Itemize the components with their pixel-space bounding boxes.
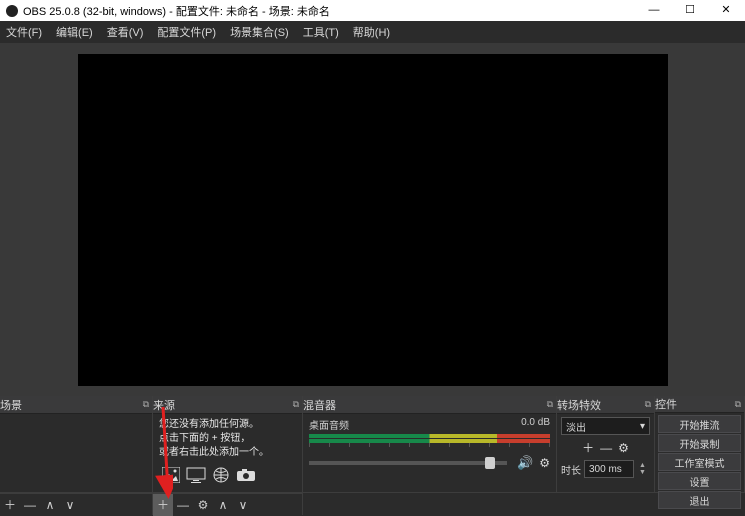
- menu-profile[interactable]: 配置文件(P): [157, 24, 216, 40]
- transitions-panel-title: 转场特效: [557, 397, 601, 413]
- spinner-arrows[interactable]: ▲▼: [637, 462, 648, 476]
- slider-handle[interactable]: [485, 457, 495, 469]
- sources-panel-title: 来源: [153, 397, 175, 413]
- menu-help[interactable]: 帮助(H): [353, 24, 390, 40]
- scene-down-button[interactable]: ∨: [60, 494, 80, 516]
- sources-panel-header[interactable]: 来源 ⧉: [153, 396, 302, 414]
- transition-selected-label: 淡出: [566, 419, 586, 434]
- sources-empty-hint: 您还没有添加任何源。 点击下面的 + 按钮， 或者右击此处添加一个。: [153, 414, 302, 462]
- mixer-panel: 混音器 ⧉ 桌面音频 0.0 dB 🔊 ⚙: [303, 396, 557, 492]
- duration-label: 时长: [561, 462, 581, 477]
- display-source-icon: [184, 464, 208, 486]
- minus-icon[interactable]: —: [600, 441, 612, 455]
- scenes-panel: 场景 ⧉: [0, 396, 153, 492]
- transitions-panel-header[interactable]: 转场特效 ⧉: [557, 396, 654, 414]
- gear-icon[interactable]: ⚙: [618, 441, 629, 455]
- volume-slider[interactable]: [309, 461, 507, 465]
- mixer-panel-title: 混音器: [303, 397, 336, 413]
- window-minimize-button[interactable]: —: [636, 0, 672, 21]
- hint-line: 点击下面的 + 按钮，: [159, 432, 296, 446]
- hint-line: 您还没有添加任何源。: [159, 418, 296, 432]
- window-title: OBS 25.0.8 (32-bit, windows) - 配置文件: 未命名…: [23, 3, 636, 19]
- add-source-button[interactable]: ＋: [153, 494, 173, 516]
- menu-file[interactable]: 文件(F): [6, 24, 42, 40]
- chevron-down-icon: ▾: [640, 421, 645, 432]
- audio-meter: [309, 434, 550, 438]
- studio-mode-button[interactable]: 工作室模式: [658, 453, 741, 471]
- popout-icon[interactable]: ⧉: [544, 399, 556, 410]
- popout-icon[interactable]: ⧉: [642, 399, 654, 410]
- start-record-button[interactable]: 开始录制: [658, 434, 741, 452]
- add-scene-button[interactable]: ＋: [0, 494, 20, 516]
- duration-value: 300 ms: [589, 464, 622, 475]
- scenes-toolbar: ＋ — ∧ ∨: [0, 493, 153, 515]
- controls-panel-header[interactable]: 控件 ⧉: [655, 396, 744, 413]
- transitions-panel: 转场特效 ⧉ 淡出 ▾ ＋ — ⚙ 时长 300 ms ▲▼: [557, 396, 655, 492]
- hint-line: 或者右击此处添加一个。: [159, 446, 296, 460]
- mixer-track: 桌面音频 0.0 dB 🔊 ⚙: [303, 414, 556, 471]
- remove-source-button[interactable]: —: [173, 494, 193, 516]
- source-up-button[interactable]: ∧: [213, 494, 233, 516]
- preview-area: [0, 43, 745, 396]
- window-maximize-button[interactable]: ☐: [672, 0, 708, 21]
- window-close-button[interactable]: ✕: [708, 0, 744, 21]
- controls-panel: 控件 ⧉ 开始推流 开始录制 工作室模式 设置 退出: [655, 396, 745, 492]
- controls-panel-title: 控件: [655, 396, 677, 412]
- scenes-panel-header[interactable]: 场景 ⧉: [0, 396, 152, 414]
- speaker-icon[interactable]: 🔊: [517, 455, 533, 471]
- popout-icon[interactable]: ⧉: [732, 399, 744, 410]
- mixer-track-name: 桌面音频: [309, 417, 349, 432]
- menu-scene-collection[interactable]: 场景集合(S): [230, 24, 289, 40]
- sources-body[interactable]: 您还没有添加任何源。 点击下面的 + 按钮， 或者右击此处添加一个。: [153, 414, 302, 492]
- window-titlebar: OBS 25.0.8 (32-bit, windows) - 配置文件: 未命名…: [0, 0, 745, 21]
- settings-button[interactable]: 设置: [658, 472, 741, 490]
- mixer-panel-header[interactable]: 混音器 ⧉: [303, 396, 556, 414]
- image-source-icon: [159, 464, 183, 486]
- plus-icon[interactable]: ＋: [582, 439, 594, 456]
- menu-edit[interactable]: 编辑(E): [56, 24, 93, 40]
- popout-icon[interactable]: ⧉: [290, 399, 302, 410]
- browser-source-icon: [209, 464, 233, 486]
- audio-meter: [309, 439, 550, 443]
- scenes-list[interactable]: [0, 414, 152, 492]
- remove-scene-button[interactable]: —: [20, 494, 40, 516]
- popout-icon[interactable]: ⧉: [140, 399, 152, 410]
- sources-panel: 来源 ⧉ 您还没有添加任何源。 点击下面的 + 按钮， 或者右击此处添加一个。: [153, 396, 303, 492]
- mixer-track-db: 0.0 dB: [521, 417, 550, 432]
- sources-toolbar: ＋ — ⚙ ∧ ∨: [153, 493, 303, 515]
- transition-select[interactable]: 淡出 ▾: [561, 417, 650, 435]
- scenes-panel-title: 场景: [0, 397, 22, 413]
- source-down-button[interactable]: ∨: [233, 494, 253, 516]
- menu-view[interactable]: 查看(V): [107, 24, 144, 40]
- duration-input[interactable]: 300 ms: [584, 460, 634, 478]
- start-stream-button[interactable]: 开始推流: [658, 415, 741, 433]
- camera-source-icon: [234, 464, 258, 486]
- menu-tools[interactable]: 工具(T): [303, 24, 339, 40]
- scene-up-button[interactable]: ∧: [40, 494, 60, 516]
- obs-app-icon: [6, 5, 18, 17]
- source-properties-button[interactable]: ⚙: [193, 494, 213, 516]
- preview-canvas[interactable]: [78, 54, 668, 386]
- gear-icon[interactable]: ⚙: [539, 456, 550, 470]
- menu-bar: 文件(F) 编辑(E) 查看(V) 配置文件(P) 场景集合(S) 工具(T) …: [0, 21, 745, 43]
